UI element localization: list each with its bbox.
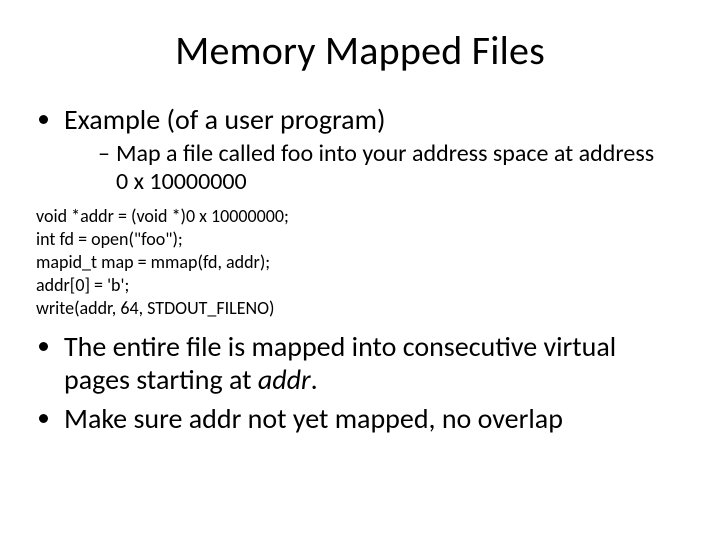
bullet-example: Example (of a user program) Map a file c… [64,103,684,197]
bullet-overlap-text: Make sure addr not yet mapped, no overla… [64,401,563,436]
bullet-overlap: Make sure addr not yet mapped, no overla… [64,402,684,435]
code-line-1: void *addr = (void *)0 x 10000000; [36,205,684,228]
bullet-mapped-d: . [311,362,318,397]
sub-line1: Map a file called foo into your address … [116,139,654,168]
sub-list: Map a file called foo into your address … [64,140,684,197]
slide-title: Memory Mapped Files [36,26,684,75]
slide: Memory Mapped Files Example (of a user p… [0,0,720,540]
bullet-mapped-b: pages starting at [64,362,258,397]
code-line-4: addr[0] = 'b'; [36,274,684,297]
code-block: void *addr = (void *)0 x 10000000; int f… [36,205,684,320]
sub-bullet-map: Map a file called foo into your address … [98,140,684,197]
code-line-2: int fd = open("foo"); [36,228,684,251]
sub-line2: 0 x 10000000 [116,167,247,196]
addr-italic: addr [258,362,311,397]
bullet-list: Example (of a user program) Map a file c… [36,103,684,197]
bullet-list-2: The entire file is mapped into consecuti… [36,330,684,435]
code-line-3: mapid_t map = mmap(fd, addr); [36,251,684,274]
bullet-mapped-a: The entire file is mapped into consecuti… [64,329,616,364]
bullet-example-text: Example (of a user program) [64,102,385,137]
bullet-mapped: The entire file is mapped into consecuti… [64,330,684,396]
code-line-5: write(addr, 64, STDOUT_FILENO) [36,297,684,320]
